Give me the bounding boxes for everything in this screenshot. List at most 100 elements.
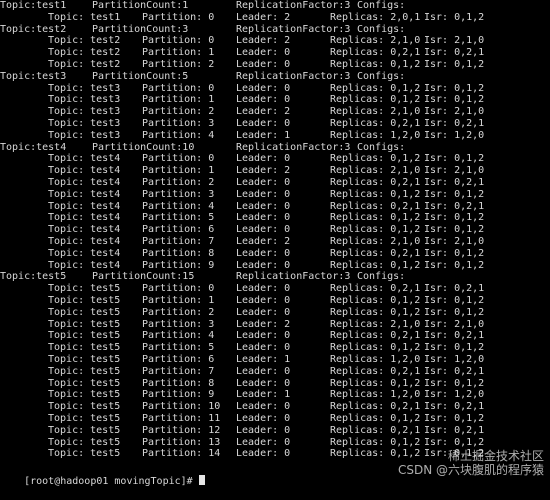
partition-row: Topic: test5 Partition: 4 Leader: 0 Replica… — [0, 330, 550, 342]
partition-id: Partition: 9 — [142, 389, 215, 401]
partition-row: Topic: test5 Partition: 8 Leader: 0 Replica… — [0, 378, 550, 390]
partition-row: Topic: test5 Partition: 5 Leader: 0 Replica… — [0, 342, 550, 354]
partition-topic: Topic: test5 — [48, 401, 121, 413]
configs-label: Configs: — [357, 0, 406, 11]
partition-leader: Leader: 0 — [236, 330, 291, 342]
partition-isr: Isr: 0,2,1 — [424, 118, 485, 129]
partition-topic: Topic: test5 — [48, 318, 121, 330]
partition-topic: Topic: test5 — [48, 448, 121, 460]
partition-id: Partition: 10 — [142, 401, 221, 413]
partition-id: Partition: 4 — [142, 200, 215, 212]
topic-header-row: Topic:test2 PartitionCount:3 ReplicationFa… — [0, 24, 550, 36]
partition-id: Partition: 0 — [142, 283, 215, 295]
partition-replicas: Replicas: 0,2,1 — [330, 118, 421, 129]
replication-factor: ReplicationFactor:3 — [236, 23, 351, 35]
partition-topic: Topic: test2 — [48, 47, 121, 59]
partition-id: Partition: 9 — [142, 259, 215, 271]
partition-leader: Leader: 2 — [236, 11, 291, 23]
terminal-window[interactable]: Topic:test1 PartitionCount:1 ReplicationFa… — [0, 0, 550, 487]
partition-row: Topic: test5 Partition: 13 Leader: 0 Replic… — [0, 437, 550, 449]
partition-id: Partition: 0 — [142, 153, 215, 165]
partition-leader: Leader: 0 — [236, 177, 291, 188]
partition-topic: Topic: test4 — [48, 200, 121, 212]
partition-topic: Topic: test4 — [48, 188, 121, 200]
partition-row: Topic: test4 Partition: 9 Leader: 0 Replica… — [0, 260, 550, 272]
partition-row: Topic: test4 Partition: 5 Leader: 0 Replica… — [0, 212, 550, 224]
partition-replicas: Replicas: 0,1,2 — [330, 59, 421, 70]
partition-id: Partition: 2 — [142, 59, 215, 70]
partition-isr: Isr: 0,1,2 — [424, 224, 485, 236]
partition-leader: Leader: 1 — [236, 129, 291, 141]
partition-id: Partition: 6 — [142, 224, 215, 236]
partition-row: Topic: test5 Partition: 3 Leader: 2 Replica… — [0, 319, 550, 331]
partition-leader: Leader: 0 — [236, 188, 291, 200]
partition-replicas: Replicas: 0,1,2 — [330, 153, 421, 165]
partition-isr: Isr: 1,2,0 — [424, 354, 485, 365]
partition-leader: Leader: 2 — [236, 165, 291, 177]
partition-replicas: Replicas: 0,1,2 — [330, 224, 421, 236]
partition-id: Partition: 3 — [142, 188, 215, 200]
watermark-line-2: CSDN @六块腹肌的程序猿 — [397, 463, 544, 477]
partition-id: Partition: 1 — [142, 165, 215, 177]
partition-count: PartitionCount:15 — [92, 271, 195, 283]
partition-replicas: Replicas: 0,1,2 — [330, 436, 421, 448]
partition-isr: Isr: 0,2,1 — [424, 330, 485, 342]
partition-replicas: Replicas: 2,1,0 — [330, 318, 421, 330]
partition-topic: Topic: test4 — [48, 224, 121, 236]
partition-topic: Topic: test4 — [48, 165, 121, 177]
partition-topic: Topic: test3 — [48, 82, 121, 94]
partition-topic: Topic: test3 — [48, 94, 121, 106]
partition-leader: Leader: 0 — [236, 118, 291, 129]
partition-replicas: Replicas: 0,1,2 — [330, 259, 421, 271]
partition-leader: Leader: 0 — [236, 247, 291, 259]
partition-id: Partition: 0 — [142, 35, 215, 47]
partition-row: Topic: test5 Partition: 7 Leader: 0 Replica… — [0, 366, 550, 378]
partition-topic: Topic: test5 — [48, 354, 121, 365]
partition-leader: Leader: 0 — [236, 295, 291, 306]
partition-replicas: Replicas: 2,1,0 — [330, 165, 421, 177]
partition-replicas: Replicas: 0,1,2 — [330, 306, 421, 318]
partition-replicas: Replicas: 0,1,2 — [330, 413, 421, 424]
configs-label: Configs: — [357, 23, 406, 35]
partition-count: PartitionCount:5 — [92, 70, 189, 82]
partition-isr: Isr: 0,1,2 — [424, 259, 485, 271]
watermark: 稀土掘金技术社区 CSDN @六块腹肌的程序猿 — [398, 449, 544, 477]
partition-topic: Topic: test5 — [48, 424, 121, 436]
partition-id: Partition: 14 — [142, 448, 221, 460]
partition-row: Topic: test3 Partition: 4 Leader: 1 Replica… — [0, 130, 550, 142]
partition-isr: Isr: 2,1,0 — [424, 236, 485, 247]
partition-count: PartitionCount:1 — [92, 0, 189, 11]
partition-id: Partition: 0 — [142, 82, 215, 94]
topic-header-row: Topic:test5 PartitionCount:15 ReplicationF… — [0, 271, 550, 283]
partition-leader: Leader: 0 — [236, 436, 291, 448]
partition-replicas: Replicas: 0,2,1 — [330, 283, 421, 295]
partition-id: Partition: 1 — [142, 295, 215, 306]
partition-row: Topic: test3 Partition: 3 Leader: 0 Replica… — [0, 118, 550, 130]
configs-label: Configs: — [357, 271, 406, 283]
partition-isr: Isr: 0,1,2 — [424, 82, 485, 94]
partition-leader: Leader: 0 — [236, 82, 291, 94]
partition-isr: Isr: 0,2,1 — [424, 365, 485, 377]
partition-replicas: Replicas: 1,2,0 — [330, 389, 421, 401]
replication-factor: ReplicationFactor:3 — [236, 271, 351, 283]
partition-replicas: Replicas: 2,1,0 — [330, 106, 421, 118]
topic-header-row: Topic:test3 PartitionCount:5 ReplicationFa… — [0, 71, 550, 83]
partition-replicas: Replicas: 2,0,1 — [330, 11, 421, 23]
topic-name: Topic:test2 — [0, 23, 67, 35]
partition-id: Partition: 13 — [142, 436, 221, 448]
topic-header-row: Topic:test4 PartitionCount:10 ReplicationF… — [0, 142, 550, 154]
partition-topic: Topic: test3 — [48, 106, 121, 118]
partition-row: Topic: test1 Partition: 0 Leader: 2 Replica… — [0, 12, 550, 24]
partition-row: Topic: test4 Partition: 1 Leader: 2 Replica… — [0, 165, 550, 177]
partition-replicas: Replicas: 0,1,2 — [330, 82, 421, 94]
partition-replicas: Replicas: 0,1,2 — [330, 94, 421, 106]
partition-leader: Leader: 2 — [236, 35, 291, 47]
partition-isr: Isr: 0,1,2 — [424, 94, 485, 106]
partition-topic: Topic: test4 — [48, 247, 121, 259]
partition-row: Topic: test2 Partition: 1 Leader: 0 Replica… — [0, 47, 550, 59]
shell-prompt: [root@hadoop01 movingTopic]# — [24, 475, 199, 487]
partition-id: Partition: 0 — [142, 11, 215, 23]
partition-leader: Leader: 0 — [236, 259, 291, 271]
configs-label: Configs: — [357, 141, 406, 153]
partition-isr: Isr: 1,2,0 — [424, 129, 485, 141]
